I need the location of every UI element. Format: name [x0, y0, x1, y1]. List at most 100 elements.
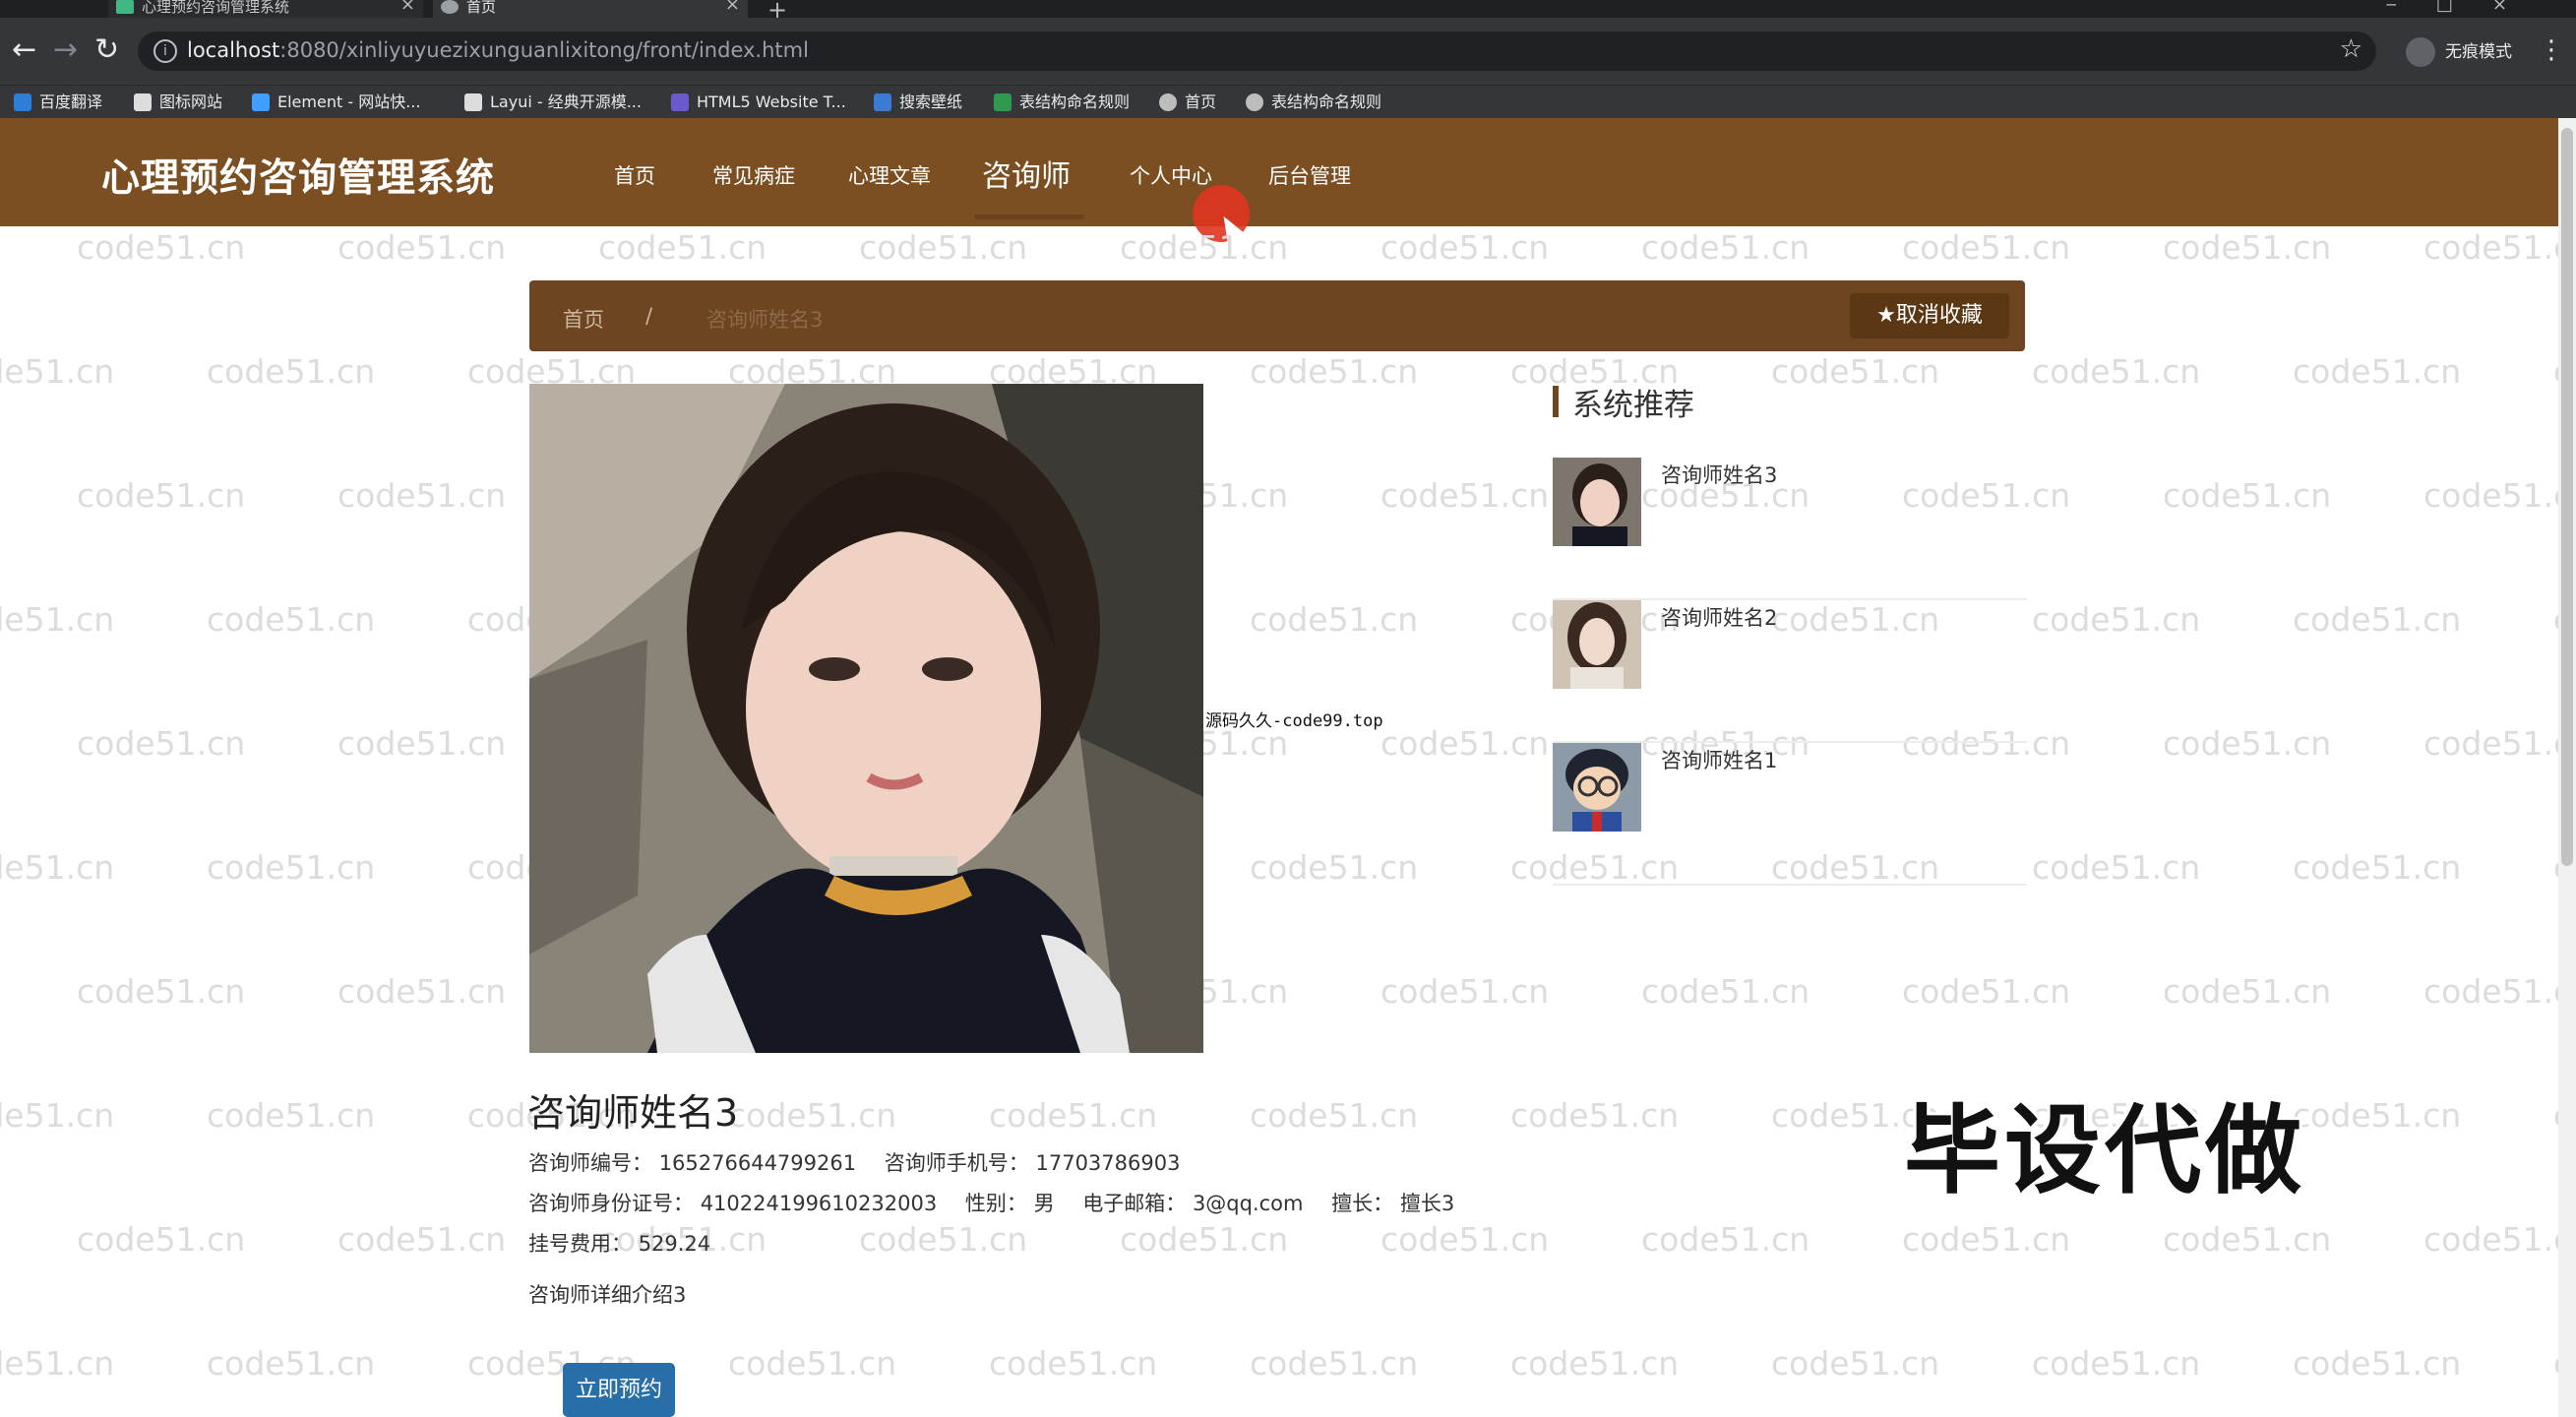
recommend-item[interactable]: 咨询师姓名3 — [1553, 458, 2027, 600]
forward-icon[interactable]: → — [53, 33, 78, 67]
nav-articles[interactable]: 心理文章 — [848, 160, 931, 190]
bookmark-item[interactable]: 表结构命名规则 — [994, 91, 1130, 114]
counselor-intro: 咨询师详细介绍3 — [528, 1283, 687, 1307]
phone-value: 17703786903 — [1035, 1151, 1181, 1175]
bookmark-item[interactable]: 图标网站 — [134, 91, 222, 114]
unfavorite-button[interactable]: ★取消收藏 — [1850, 293, 2009, 339]
nav-counselors[interactable]: 咨询师 — [982, 152, 1071, 195]
watermark-text: code51.cn — [0, 600, 115, 639]
site-logo[interactable]: 心理预约咨询管理系统 — [101, 148, 495, 203]
gender-value: 男 — [1033, 1192, 1055, 1215]
nav-common-diseases[interactable]: 常见病症 — [712, 160, 795, 190]
site-info-icon[interactable]: i — [153, 39, 177, 63]
scrollbar-thumb[interactable] — [2561, 128, 2573, 866]
bookmark-item[interactable]: 百度翻译 — [14, 91, 102, 114]
detail-line-1: 咨询师编号： 165276644799261 咨询师手机号： 177037869… — [528, 1147, 1201, 1177]
url-text[interactable]: localhost:8080/xinliyuyuezixunguanlixito… — [187, 38, 809, 62]
browser-tab-2[interactable]: 首页 × — [433, 0, 748, 18]
bookmark-item[interactable]: 表结构命名规则 — [1246, 91, 1381, 114]
recommend-thumbnail[interactable] — [1553, 600, 1641, 689]
watermark-text: code51.cn — [1902, 972, 2071, 1011]
breadcrumb-separator: / — [645, 304, 653, 328]
site-header: 心理预约咨询管理系统 首页 常见病症 心理文章 咨询师 个人中心 后台管理 — [0, 118, 2558, 226]
bookmark-favicon-icon — [252, 93, 270, 111]
recommend-item[interactable]: 咨询师姓名2 — [1553, 600, 2027, 743]
star-icon: ★ — [1876, 303, 1896, 328]
watermark-text: code51.cn — [77, 972, 246, 1011]
breadcrumb-home[interactable]: 首页 — [563, 304, 604, 334]
watermark-text: code51.cn — [1380, 228, 1550, 267]
watermark-text: code51.cn — [728, 1096, 897, 1135]
book-now-button[interactable]: 立即预约 — [563, 1363, 675, 1417]
recommend-title-marker — [1553, 386, 1559, 417]
bookmark-star-icon[interactable]: ☆ — [2340, 34, 2362, 64]
bookmark-item[interactable]: 首页 — [1159, 91, 1216, 114]
watermark-text: code51.cn — [2423, 228, 2558, 267]
watermark-text: code51.cn — [1902, 1220, 2071, 1259]
reload-icon[interactable]: ↻ — [94, 33, 119, 67]
nav-admin[interactable]: 后台管理 — [1268, 160, 1351, 190]
watermark-text: code51.cn — [77, 476, 246, 515]
bookmark-favicon-icon — [14, 93, 31, 111]
watermark-text: code51.cn — [2423, 476, 2558, 515]
specialty-value: 擅长3 — [1399, 1192, 1455, 1215]
watermark-text: code51.cn — [0, 848, 115, 887]
window-controls[interactable]: ‒□× — [2385, 0, 2546, 15]
browser-menu-icon[interactable]: ⋮ — [2539, 35, 2564, 65]
idcard-label: 咨询师身份证号： — [528, 1192, 694, 1215]
nav-home[interactable]: 首页 — [614, 160, 655, 190]
watermark-text: code51.cn — [207, 600, 376, 639]
watermark-text: code51.cn — [1380, 724, 1550, 763]
watermark-text: code51.cn — [1510, 1096, 1680, 1135]
watermark-text: code51.cn — [1250, 1096, 1419, 1135]
watermark-layer: code51.cn code51.cn code51.cn code51.cn code… — [0, 226, 2558, 1417]
back-icon[interactable]: ← — [12, 33, 36, 67]
watermark-text: code51.cn — [1510, 1344, 1680, 1383]
watermark-text: code51.cn — [337, 724, 507, 763]
browser-tab-1[interactable]: 心理预约咨询管理系统 × — [108, 0, 423, 18]
phone-label: 咨询师手机号： — [884, 1151, 1029, 1175]
bookmark-favicon-icon — [134, 93, 152, 111]
promo-overlay-text: 毕设代做 — [1904, 1095, 2306, 1207]
recommend-item[interactable]: 咨询师姓名1 — [1553, 743, 2027, 886]
recommend-name[interactable]: 咨询师姓名1 — [1661, 745, 1777, 774]
bookmarks-bar: 百度翻译 图标网站 Element - 网站快... Layui - 经典开源模… — [0, 85, 2576, 118]
watermark-text: code51.cn — [2293, 848, 2462, 887]
watermark-text: code51.cn — [1380, 1220, 1550, 1259]
browser-tab-bar: 心理预约咨询管理系统 × 首页 × + ‒□× — [0, 0, 2576, 24]
recommend-thumbnail[interactable] — [1553, 458, 1641, 546]
watermark-text: code51.cn — [1641, 228, 1810, 267]
email-value: 3@qq.com — [1192, 1192, 1304, 1215]
breadcrumb-current: 咨询师姓名3 — [706, 308, 824, 332]
watermark-text: code51.cn — [2293, 1096, 2462, 1135]
nav-personal-center[interactable]: 个人中心 — [1130, 160, 1212, 190]
watermark-text: code51.cn — [77, 724, 246, 763]
bookmark-item[interactable]: Layui - 经典开源模... — [464, 91, 642, 114]
recommend-thumbnail[interactable] — [1553, 743, 1641, 832]
incognito-indicator[interactable]: 无痕模式 — [2406, 35, 2512, 69]
bookmark-item[interactable]: Element - 网站快... — [252, 91, 420, 114]
bookmark-item[interactable]: HTML5 Website T... — [671, 91, 846, 114]
specialty-label: 擅长： — [1331, 1192, 1394, 1215]
close-tab-icon[interactable]: × — [400, 0, 415, 14]
page-scrollbar[interactable] — [2558, 118, 2576, 1417]
watermark-text: code51.cn — [2423, 972, 2558, 1011]
watermark-text: code51.cn — [1250, 352, 1419, 391]
bookmark-favicon-icon — [1246, 93, 1263, 111]
recommend-title: 系统推荐 — [1572, 388, 1694, 423]
bookmark-favicon-icon — [464, 93, 482, 111]
recommend-name[interactable]: 咨询师姓名2 — [1661, 602, 1777, 632]
id-label: 咨询师编号： — [528, 1151, 652, 1175]
close-tab-icon[interactable]: × — [725, 0, 740, 14]
watermark-text: code51.cn — [1902, 228, 2071, 267]
watermark-text: code51.cn — [2032, 848, 2201, 887]
watermark-text: code51.cn — [2293, 600, 2462, 639]
recommend-name[interactable]: 咨询师姓名3 — [1661, 460, 1777, 489]
bookmark-favicon-icon — [874, 93, 891, 111]
url-field[interactable]: i localhost:8080/xinliyuyuezixunguanlixi… — [138, 31, 2376, 71]
watermark-text: code51.cn — [2163, 228, 2332, 267]
watermark-text: code51.cn — [0, 1344, 115, 1383]
idcard-value: 410224199610232003 — [700, 1192, 938, 1215]
tab-title: 首页 — [466, 0, 497, 16]
bookmark-item[interactable]: 搜索壁纸 — [874, 91, 962, 114]
